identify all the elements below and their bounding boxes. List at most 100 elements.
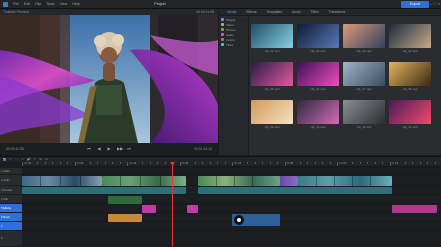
title-clip[interactable] — [108, 214, 142, 222]
video-clip[interactable] — [102, 176, 186, 186]
effect-clip[interactable] — [142, 205, 156, 213]
folder-item[interactable]: Titles — [219, 42, 248, 47]
track-lane[interactable] — [22, 195, 441, 204]
folder-icon — [221, 38, 224, 41]
record-icon[interactable] — [234, 215, 244, 225]
folder-icon — [221, 23, 224, 26]
track-header[interactable]: 8 — [0, 231, 22, 247]
ruler-tick — [104, 162, 106, 164]
tab-transitions[interactable]: Transitions — [329, 10, 345, 14]
media-thumbnail[interactable] — [297, 100, 339, 124]
ruler-tick — [269, 162, 271, 164]
tab-templates[interactable]: Templates — [267, 10, 282, 14]
ruler-tick — [119, 162, 121, 164]
timeline-tool-icon[interactable]: ⊞ — [39, 158, 42, 161]
track-header[interactable]: 1 Video — [0, 168, 22, 175]
ruler-tick — [202, 162, 203, 164]
track-header[interactable]: 2 Audio — [0, 175, 22, 186]
video-frame-image — [0, 15, 218, 143]
ruler-tick — [337, 162, 338, 166]
media-thumbnail[interactable] — [251, 62, 293, 86]
track-header[interactable]: 5 Effects — [0, 204, 22, 213]
menu-clip[interactable]: Clip — [35, 2, 41, 6]
media-thumbnail[interactable] — [343, 100, 385, 124]
timeline-ruler[interactable]: 00:00 00:10 00:20 00:30 00:40 00:50 01:00 01:10 — [22, 162, 441, 167]
track-header[interactable]: 4 Title — [0, 195, 22, 204]
skip-forward-icon[interactable]: ⏭ — [127, 147, 131, 151]
media-thumbnail[interactable] — [389, 24, 431, 48]
menu-help[interactable]: Help — [72, 2, 79, 6]
ruler-tick — [434, 162, 436, 164]
ruler-tick — [247, 162, 248, 164]
tab-audio[interactable]: Audio — [292, 10, 301, 14]
ruler-label: 00:10 — [76, 162, 84, 165]
ruler-tick — [352, 162, 353, 164]
timeline-tool-icon[interactable]: ↖ — [3, 158, 6, 161]
ruler-tick — [232, 162, 233, 166]
clip-divider — [80, 176, 81, 186]
media-thumbnail[interactable] — [297, 24, 339, 48]
track-header[interactable]: 6 Music — [0, 213, 22, 222]
media-thumbnail[interactable] — [343, 24, 385, 48]
menu-edit[interactable]: Edit — [24, 2, 30, 6]
ruler-tick — [314, 162, 316, 164]
ruler-tick — [112, 162, 113, 164]
media-thumbnail[interactable] — [251, 100, 293, 124]
overlay-clip[interactable] — [108, 196, 142, 204]
video-clip[interactable] — [298, 176, 392, 186]
media-thumbnail[interactable] — [389, 62, 431, 86]
ruler-tick — [74, 162, 76, 166]
video-clip[interactable] — [22, 176, 102, 186]
timeline-tool-icon[interactable]: T — [33, 158, 36, 161]
clip-divider — [60, 176, 61, 186]
ruler-tick — [412, 162, 413, 164]
media-thumbnail-label: clip_05.mp4 — [264, 87, 280, 91]
track-header[interactable]: 3 Overlay — [0, 186, 22, 195]
audio-clip[interactable] — [22, 187, 186, 194]
media-tabs: Media Effects Templates Audio Titles Tra… — [219, 9, 441, 16]
video-frame[interactable] — [0, 15, 218, 143]
ruler-tick — [224, 162, 226, 164]
track-header[interactable]: 7 — [0, 222, 22, 231]
effect-clip[interactable] — [187, 205, 198, 213]
ruler-tick — [262, 162, 263, 164]
step-back-icon[interactable]: ◀ — [97, 147, 101, 151]
clip-divider — [40, 176, 41, 186]
timeline-tool-icon[interactable]: ⊟ — [45, 158, 48, 161]
track-lane[interactable] — [22, 168, 441, 175]
ruler-label: 00:50 — [286, 162, 294, 165]
tab-effects[interactable]: Effects — [246, 10, 256, 14]
media-thumbnail[interactable] — [297, 62, 339, 86]
play-icon[interactable]: ▶ — [107, 147, 111, 151]
skip-back-icon[interactable]: ⏮ — [87, 147, 91, 151]
track-lane[interactable] — [22, 204, 441, 213]
track-lane[interactable] — [22, 231, 441, 247]
timeline-tool-icon[interactable]: ⇔ — [15, 158, 18, 161]
menu-file[interactable]: File — [13, 2, 19, 6]
media-thumbnail[interactable] — [251, 24, 293, 48]
timeline-tool-icon[interactable]: 🔊 — [27, 158, 31, 161]
timeline-tool-icon[interactable]: ⌖ — [21, 158, 24, 161]
tab-titles[interactable]: Titles — [311, 10, 319, 14]
media-thumbnail[interactable] — [389, 100, 431, 124]
ruler-tick — [97, 162, 98, 164]
close-icon[interactable]: × — [437, 2, 441, 6]
ruler-tick — [299, 162, 301, 164]
timeline-tool-icon[interactable]: ✂ — [9, 158, 12, 161]
ruler-tick — [44, 162, 46, 164]
video-clip[interactable] — [280, 176, 298, 186]
playhead-line[interactable] — [172, 162, 173, 247]
video-clip[interactable] — [198, 176, 280, 186]
export-button[interactable]: Export — [401, 1, 429, 8]
media-thumbnail[interactable] — [343, 62, 385, 86]
menu-tools[interactable]: Tools — [46, 2, 54, 6]
ruler-tick — [389, 162, 391, 166]
ruler-tick — [359, 162, 361, 164]
audio-clip[interactable] — [198, 187, 392, 194]
media-thumbnail-label: clip_10.mp4 — [310, 125, 326, 129]
menu-view[interactable]: View — [60, 2, 68, 6]
ruler-tick — [217, 162, 218, 164]
tab-media[interactable]: Media — [227, 10, 236, 14]
step-forward-icon[interactable]: ▶▶ — [117, 147, 123, 151]
effect-clip[interactable] — [392, 205, 437, 213]
